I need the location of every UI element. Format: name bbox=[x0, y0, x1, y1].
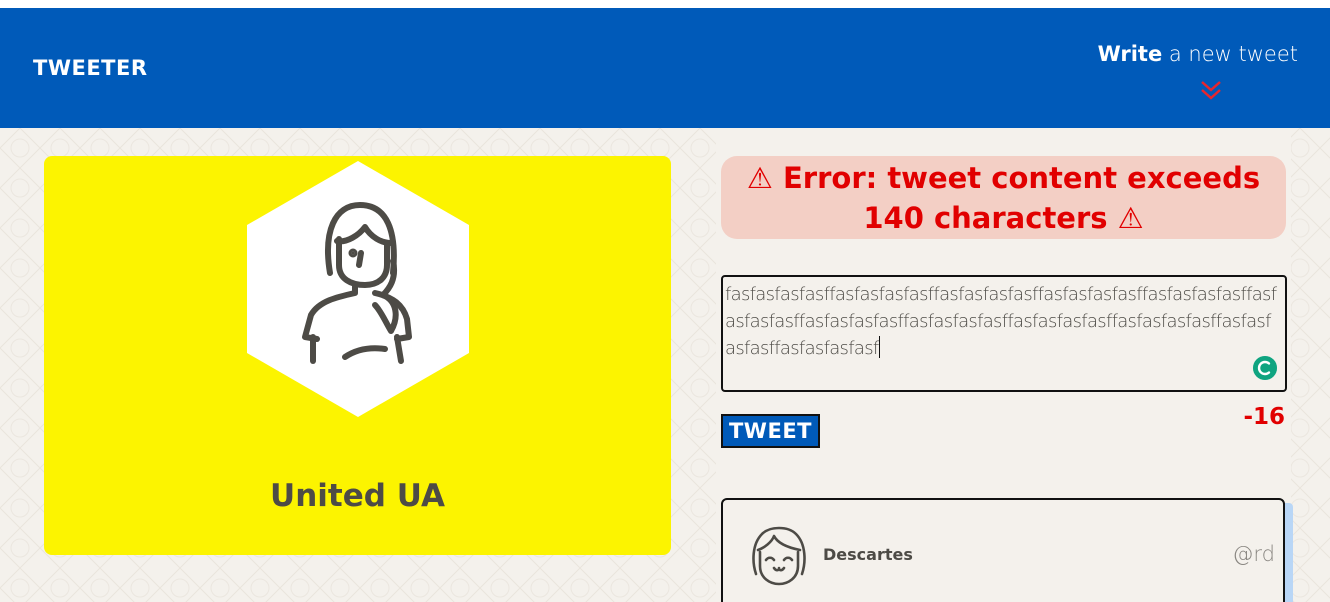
tweet-input[interactable]: fasfasfasfasffasfasfasfasffasfasfasfasff… bbox=[721, 275, 1287, 392]
write-new-tweet-link[interactable]: Write a new tweet bbox=[1098, 42, 1298, 66]
tweet-author-handle[interactable]: @rd bbox=[1232, 542, 1275, 566]
smiling-girl-avatar-icon bbox=[752, 526, 806, 586]
error-message: ⚠ Error: tweet content exceeds 140 chara… bbox=[746, 160, 1261, 235]
text-caret bbox=[878, 336, 880, 358]
brand-logo[interactable]: TWEETER bbox=[33, 56, 148, 80]
tweet-input-value: fasfasfasfasffasfasfasfasffasfasfasfasff… bbox=[725, 284, 1277, 359]
double-chevron-down-icon[interactable] bbox=[1198, 78, 1224, 104]
tweet-card[interactable]: Descartes @rd bbox=[721, 498, 1285, 602]
site-header: TWEETER Write a new tweet bbox=[0, 8, 1330, 128]
tweet-author-name[interactable]: Descartes bbox=[823, 545, 913, 564]
write-link-rest: a new tweet bbox=[1168, 42, 1298, 66]
woman-long-hair-avatar-icon bbox=[247, 161, 469, 417]
tweet-input-text[interactable]: fasfasfasfasffasfasfasfasffasfasfasfasff… bbox=[725, 281, 1281, 362]
write-link-bold: Write bbox=[1097, 42, 1163, 66]
error-alert: ⚠ Error: tweet content exceeds 140 chara… bbox=[721, 156, 1286, 239]
character-counter: -16 bbox=[1243, 404, 1285, 430]
profile-card: United UA bbox=[44, 156, 671, 555]
profile-name: United UA bbox=[270, 478, 445, 514]
tweet-button[interactable]: TWEET bbox=[721, 414, 820, 448]
top-strip bbox=[0, 0, 1330, 8]
grammarly-icon[interactable] bbox=[1252, 355, 1278, 381]
